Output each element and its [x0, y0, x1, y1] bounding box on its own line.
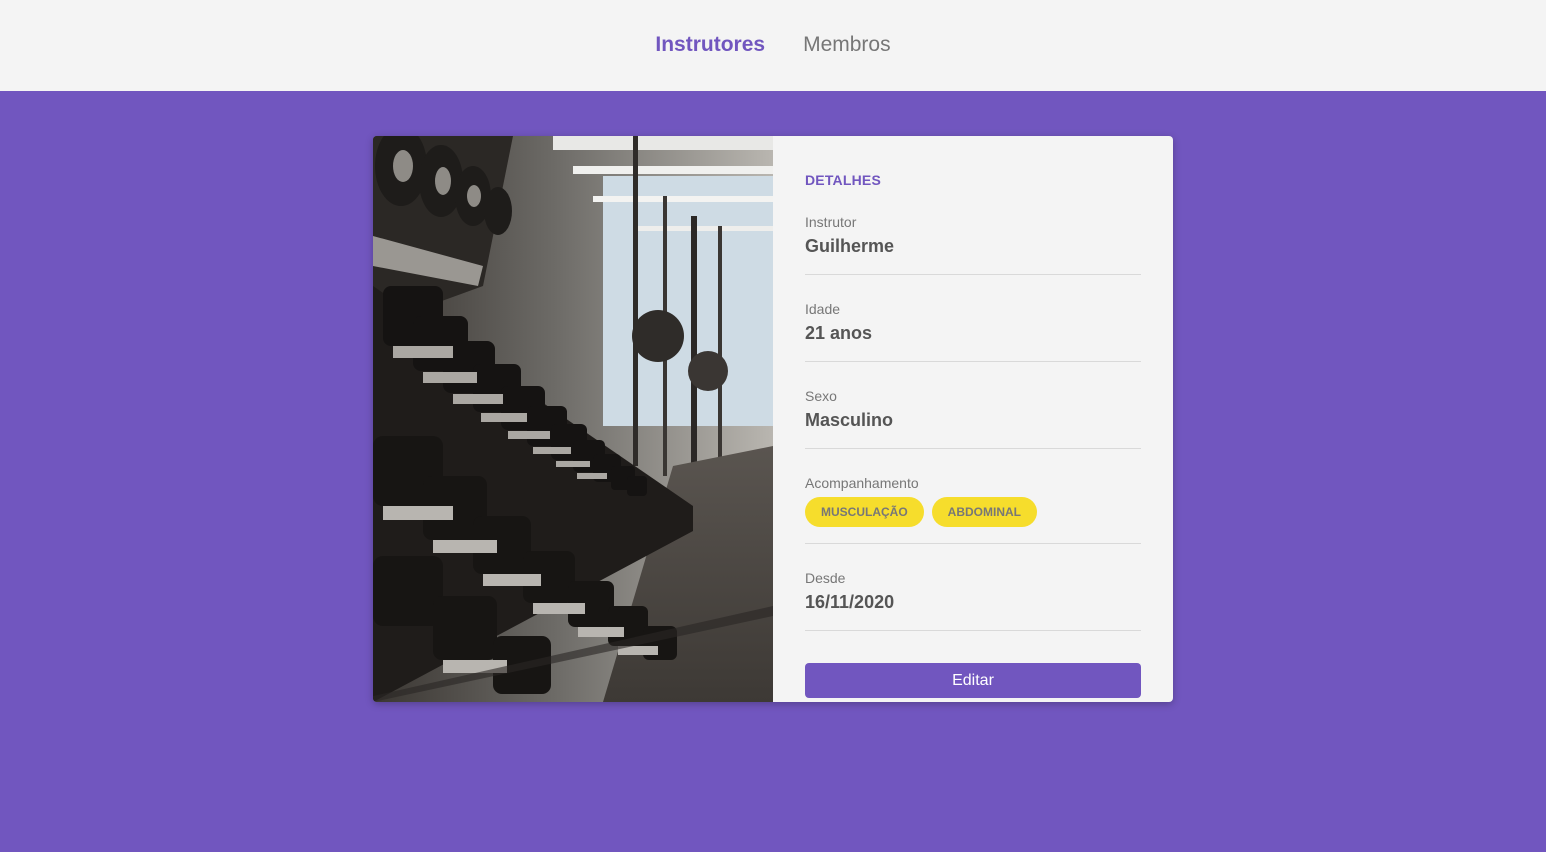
field-since: Desde 16/11/2020: [805, 544, 1141, 631]
field-age-label: Idade: [805, 301, 841, 317]
field-gender-value: Masculino: [805, 410, 894, 430]
field-age-value: 21 anos: [805, 323, 873, 343]
field-gender-label: Sexo: [805, 388, 837, 404]
instructor-card: DETALHES Instrutor Guilherme Idade 21 an…: [373, 136, 1173, 702]
details-panel: DETALHES Instrutor Guilherme Idade 21 an…: [773, 136, 1173, 702]
services-tags: MUSCULAÇÃO ABDOMINAL: [805, 497, 1141, 527]
service-tag: MUSCULAÇÃO: [805, 497, 924, 527]
top-nav: Instrutores Membros: [0, 0, 1546, 91]
field-since-label: Desde: [805, 570, 846, 586]
field-services: Acompanhamento MUSCULAÇÃO ABDOMINAL: [805, 449, 1141, 544]
gym-photo: [373, 136, 773, 702]
nav-link-instrutores[interactable]: Instrutores: [655, 33, 765, 59]
field-age: Idade 21 anos: [805, 275, 1141, 362]
service-tag: ABDOMINAL: [931, 497, 1037, 527]
field-since-value: 16/11/2020: [805, 592, 895, 612]
nav-link-membros[interactable]: Membros: [803, 33, 891, 59]
field-instructor-label: Instrutor: [805, 214, 857, 230]
field-instructor-value: Guilherme: [805, 236, 895, 256]
field-instructor: Instrutor Guilherme: [805, 205, 1141, 275]
gym-photo-illustration: [373, 136, 773, 702]
field-services-label: Acompanhamento: [805, 475, 919, 491]
edit-button[interactable]: Editar: [805, 663, 1141, 698]
field-gender: Sexo Masculino: [805, 362, 1141, 449]
details-heading: DETALHES: [805, 172, 882, 188]
